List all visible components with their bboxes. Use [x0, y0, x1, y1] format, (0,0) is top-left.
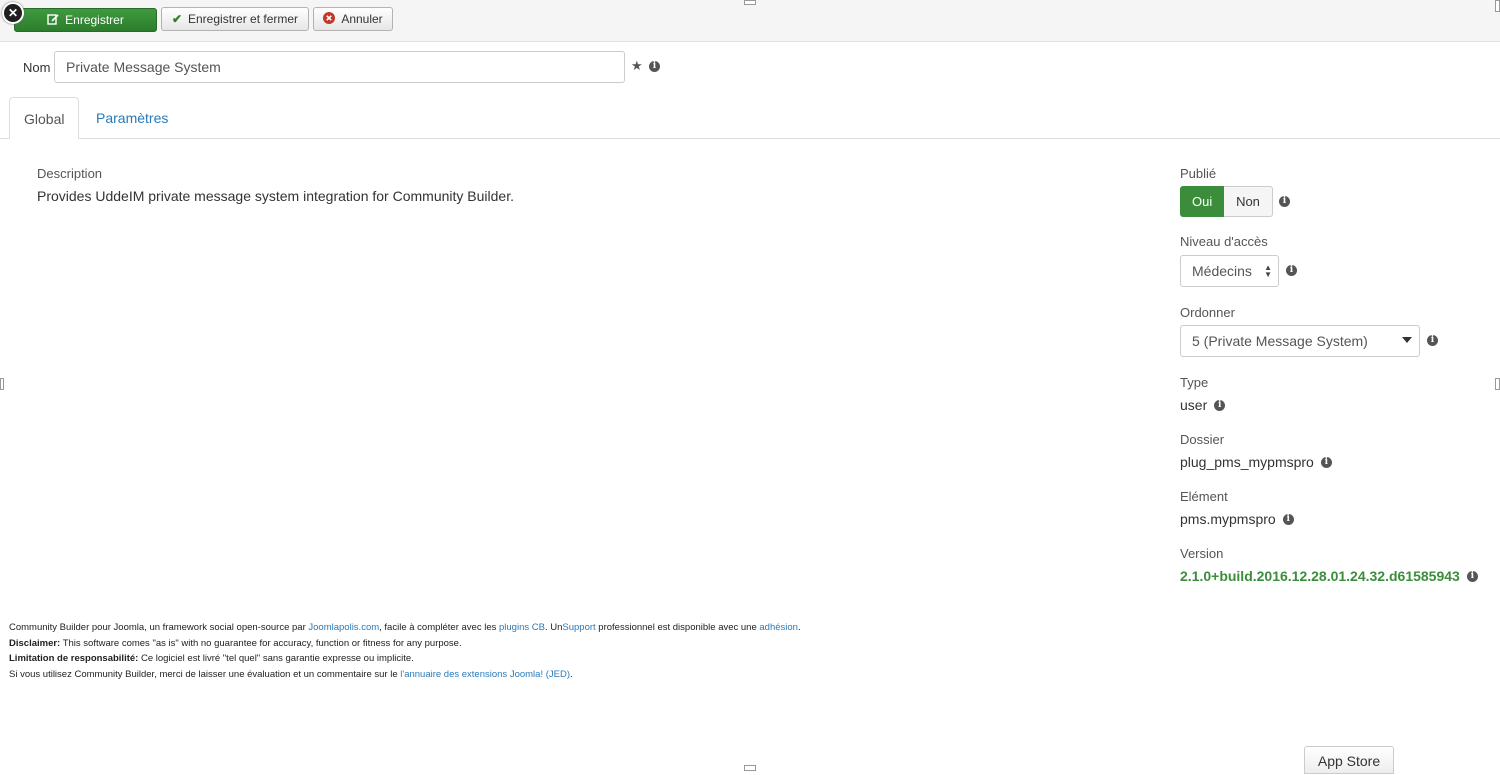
- cancel-button[interactable]: Annuler: [313, 7, 393, 31]
- element-label: Elément: [1180, 489, 1228, 504]
- element-value-row: pms.mypmspro i: [1180, 511, 1294, 527]
- footer-line-4: Si vous utilisez Community Builder, merc…: [9, 667, 801, 683]
- updown-arrows-icon: ▲ ▼: [1264, 263, 1272, 279]
- tab-parametres[interactable]: Paramètres: [82, 97, 182, 139]
- ordering-label: Ordonner: [1180, 305, 1235, 320]
- footer: Community Builder pour Joomla, un framew…: [9, 620, 801, 682]
- element-value: pms.mypmspro: [1180, 511, 1276, 527]
- info-icon: i: [1427, 335, 1438, 346]
- info-icon: i: [649, 61, 660, 72]
- folder-value: plug_pms_mypmspro: [1180, 454, 1314, 470]
- published-yes-button[interactable]: Oui: [1180, 186, 1224, 217]
- version-value-row: 2.1.0+build.2016.12.28.01.24.32.d6158594…: [1180, 568, 1478, 584]
- plugins-cb-link[interactable]: plugins CB: [499, 622, 545, 633]
- resize-handle-right[interactable]: [1495, 378, 1500, 390]
- description-label: Description: [37, 166, 103, 181]
- footer-text: Ce logiciel est livré "tel quel" sans ga…: [138, 653, 414, 664]
- resize-handle-bottom[interactable]: [744, 765, 756, 771]
- access-label: Niveau d'accès: [1180, 234, 1268, 249]
- footer-line-1: Community Builder pour Joomla, un framew…: [9, 620, 801, 636]
- cancel-label: Annuler: [341, 12, 383, 26]
- app-store-button[interactable]: App Store: [1304, 746, 1394, 774]
- footer-text: .: [570, 668, 573, 680]
- liability-label: Limitation de responsabilité:: [9, 653, 139, 664]
- version-value: 2.1.0+build.2016.12.28.01.24.32.d6158594…: [1180, 568, 1460, 584]
- cancel-circle-icon: [323, 11, 336, 27]
- save-label: Enregistrer: [65, 13, 124, 27]
- footer-text: . Un: [544, 622, 563, 633]
- resize-handle-top[interactable]: [744, 0, 756, 5]
- star-icon: ★: [631, 58, 643, 73]
- jed-link[interactable]: l'annuaire des extensions Joomla! (JED): [400, 669, 570, 680]
- save-close-label: Enregistrer et fermer: [188, 12, 299, 26]
- edit-icon: [47, 13, 59, 28]
- name-label: Nom: [23, 60, 51, 75]
- save-and-close-button[interactable]: ✔ Enregistrer et fermer: [161, 7, 309, 31]
- footer-text: professionnel est disponible avec une: [595, 622, 760, 633]
- joomlapolis-link[interactable]: Joomlapolis.com: [308, 622, 379, 633]
- published-toggle: Oui Non: [1180, 186, 1273, 217]
- footer-text: , facile à compléter avec les: [379, 622, 499, 633]
- info-icon: i: [1320, 456, 1332, 468]
- published-no-button[interactable]: Non: [1224, 186, 1273, 217]
- chevron-down-icon: [1402, 337, 1412, 343]
- version-label: Version: [1180, 546, 1224, 561]
- close-icon[interactable]: ✕: [2, 2, 24, 24]
- type-value: user: [1180, 397, 1208, 413]
- info-icon: i: [1282, 513, 1294, 525]
- description-text: Provides UddeIM private message system i…: [37, 188, 514, 204]
- check-icon: ✔: [171, 12, 182, 26]
- ordering-select[interactable]: 5 (Private Message System): [1180, 325, 1420, 357]
- access-value: Médecins: [1192, 263, 1252, 279]
- disclaimer-label: Disclaimer:: [9, 637, 61, 649]
- support-link[interactable]: Support: [562, 622, 595, 633]
- info-icon: i: [1214, 399, 1226, 411]
- toolbar: Enregistrer ✔ Enregistrer et fermer Annu…: [0, 0, 1500, 42]
- footer-text: Community Builder pour Joomla, un framew…: [9, 622, 309, 633]
- info-icon: i: [1286, 265, 1297, 276]
- footer-text: This software comes "as is" with no guar…: [60, 637, 462, 649]
- footer-line-3: Limitation de responsabilité: Ce logicie…: [9, 651, 801, 667]
- access-select[interactable]: Médecins ▲ ▼: [1180, 255, 1279, 287]
- save-button[interactable]: Enregistrer: [14, 8, 157, 32]
- membership-link[interactable]: adhésion: [759, 622, 798, 633]
- resize-handle-left[interactable]: [0, 378, 4, 390]
- ordering-value: 5 (Private Message System): [1192, 333, 1368, 349]
- resize-handle-top-right[interactable]: [1495, 0, 1500, 12]
- footer-text: .: [797, 622, 801, 633]
- info-icon: i: [1466, 570, 1478, 582]
- folder-value-row: plug_pms_mypmspro i: [1180, 454, 1332, 470]
- footer-line-2: Disclaimer: This software comes "as is" …: [9, 636, 801, 652]
- type-value-row: user i: [1180, 397, 1226, 413]
- footer-text: Si vous utilisez Community Builder, merc…: [9, 668, 401, 680]
- name-input[interactable]: [54, 51, 625, 83]
- tab-global[interactable]: Global: [9, 97, 79, 139]
- folder-label: Dossier: [1180, 432, 1225, 447]
- type-label: Type: [1180, 375, 1209, 390]
- info-icon: i: [1279, 196, 1290, 207]
- published-label: Publié: [1180, 166, 1217, 181]
- tab-bar: Global Paramètres: [0, 97, 1500, 139]
